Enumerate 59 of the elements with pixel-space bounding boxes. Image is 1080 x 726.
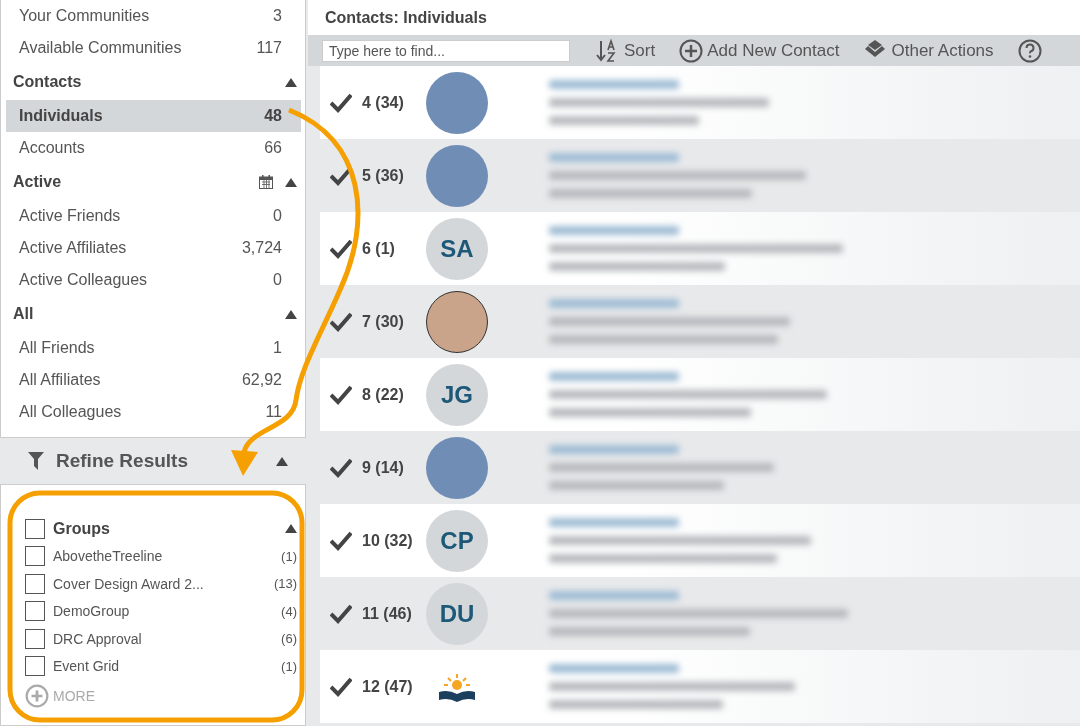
filter-count: (1): [281, 548, 297, 564]
filter-label: DemoGroup: [53, 603, 131, 620]
refine-results-title: Refine Results: [56, 450, 189, 472]
checkbox[interactable]: [25, 573, 45, 594]
contact-number: 8 (22): [362, 385, 405, 404]
filter-label: AbovetheTreeline: [53, 548, 164, 565]
help-icon: [1017, 38, 1042, 63]
sort-button[interactable]: Sort: [596, 38, 656, 63]
collapse-caret-icon[interactable]: [285, 177, 297, 187]
plus-circle-icon: [679, 38, 704, 63]
filter-label: DRC Approval: [53, 630, 143, 647]
other-actions-button[interactable]: Other Actions: [863, 38, 994, 63]
section-title: Active: [13, 173, 63, 191]
search-field[interactable]: Type here to find...: [322, 39, 570, 62]
contact-number: 12 (47): [362, 677, 414, 696]
collapse-caret-icon[interactable]: [285, 524, 297, 534]
filter-count: (4): [281, 603, 297, 619]
filter-count: (13): [273, 576, 297, 592]
checkbox[interactable]: [25, 518, 45, 539]
filter-count: (1): [281, 658, 297, 674]
sidebar-item[interactable]: Active Friends 0: [6, 200, 301, 232]
sidebar-item[interactable]: Accounts 66: [6, 132, 301, 164]
checkbox[interactable]: [25, 656, 45, 677]
funnel-icon: [28, 452, 44, 470]
contact-number: 7 (30): [362, 312, 405, 331]
sidebar-item[interactable]: All Affiliates 62,92: [6, 364, 301, 396]
contact-number: 10 (32): [362, 531, 414, 550]
sidebar-item[interactable]: Active Colleagues 0: [6, 264, 301, 296]
checkbox[interactable]: [25, 546, 45, 567]
sidebar-item[interactable]: Individuals 48: [6, 100, 301, 132]
plus-circle-icon: [25, 684, 49, 708]
sidebar-item[interactable]: Your Communities 3: [6, 0, 301, 32]
contact-number: 11 (46): [362, 604, 413, 623]
contact-number: 9 (14): [362, 458, 405, 477]
collapse-caret-icon[interactable]: [285, 309, 297, 319]
collapse-caret-icon[interactable]: [276, 456, 288, 466]
checkbox[interactable]: [25, 628, 45, 649]
initials-avatar: DU: [426, 582, 488, 645]
filter-label: Event Grid: [53, 658, 121, 675]
sidebar-item[interactable]: All Colleagues 11: [6, 396, 301, 428]
filter-label: Cover Design Award 2...: [53, 575, 205, 592]
checkbox[interactable]: [25, 601, 45, 622]
initials-avatar: CP: [426, 509, 488, 572]
sidebar-item[interactable]: Available Communities 117: [6, 32, 301, 64]
initials-avatar: JG: [426, 363, 488, 426]
section-title: All: [13, 305, 35, 323]
collapse-caret-icon[interactable]: [285, 77, 297, 87]
add-contact-button[interactable]: Add New Contact: [679, 38, 840, 63]
help-button[interactable]: [1017, 38, 1042, 63]
initials-avatar: SA: [426, 217, 488, 280]
page-title: Contacts: Individuals: [308, 0, 1080, 35]
sidebar-item[interactable]: All Friends 1: [6, 332, 301, 364]
filter-count: (6): [281, 631, 297, 647]
contact-number: 6 (1): [362, 239, 396, 258]
filter-heading: Groups: [53, 519, 111, 538]
sidebar-item[interactable]: Active Affiliates 3,724: [6, 232, 301, 264]
contact-number: 5 (36): [362, 166, 405, 185]
section-title: Contacts: [13, 73, 83, 91]
contact-number: 4 (34): [362, 93, 405, 112]
